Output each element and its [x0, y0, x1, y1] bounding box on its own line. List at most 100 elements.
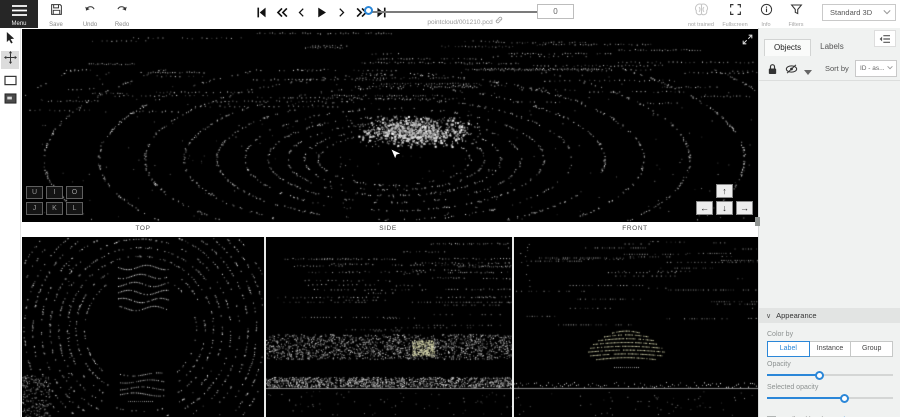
move-tool-button[interactable] [1, 51, 19, 69]
fullscreen-label: Fullscreen [718, 22, 752, 28]
tab-objects[interactable]: Objects [764, 39, 811, 56]
frame-number-input[interactable]: 0 [537, 4, 574, 19]
color-by-instance-option[interactable]: Instance [810, 341, 852, 357]
select-tool-button[interactable] [1, 31, 19, 49]
view-mode-value: Standard 3D [830, 8, 872, 17]
frame-slider-track[interactable] [368, 11, 556, 13]
edit-pencil-icon[interactable] [838, 411, 847, 417]
save-button[interactable]: Save [40, 3, 72, 28]
color-by-label: Color by [767, 331, 893, 338]
model-status-label: not trained [684, 22, 718, 28]
hamburger-icon [12, 3, 27, 20]
save-icon [50, 3, 63, 20]
menu-label: Menu [0, 21, 38, 27]
redo-label: Redo [106, 22, 138, 28]
rotate-keypad: U I O J K L [26, 186, 83, 215]
opacity-slider-handle[interactable] [815, 371, 824, 380]
collapse-panel-button[interactable] [874, 30, 896, 47]
top-bar: Menu Save Undo [0, 0, 900, 28]
link-icon[interactable] [495, 19, 503, 26]
selected-opacity-slider-handle[interactable] [840, 394, 849, 403]
rotate-key-i[interactable]: I [46, 186, 63, 199]
image-icon [4, 91, 17, 109]
sort-by-label: Sort by [825, 64, 849, 73]
collapse-chevron-icon: ∨ [766, 312, 771, 320]
pan-down-button[interactable]: ↓ [716, 201, 733, 215]
info-icon [760, 3, 773, 20]
rotate-key-o[interactable]: O [66, 186, 83, 199]
appearance-header[interactable]: ∨ Appearance [759, 308, 900, 323]
filename: pointcloud/001210.pcd [385, 16, 545, 26]
tool-sidebar [0, 28, 21, 417]
next-frame-button[interactable] [334, 4, 349, 20]
rotate-key-k[interactable]: K [46, 202, 63, 215]
rotate-key-j[interactable]: J [26, 202, 43, 215]
undo-label: Undo [74, 22, 106, 28]
undo-icon [83, 3, 97, 20]
ortho-view-labels: TOP SIDE FRONT [22, 222, 758, 237]
brain-icon [694, 3, 709, 20]
panel-splitter[interactable] [755, 217, 760, 226]
fast-backward-button[interactable] [274, 4, 289, 20]
panel-tabs: Objects Labels [764, 39, 853, 56]
frame-slider-handle[interactable] [364, 6, 373, 15]
pan-left-button[interactable]: ← [696, 201, 713, 215]
info-button[interactable]: Info [749, 3, 783, 28]
pan-right-button[interactable]: → [736, 201, 753, 215]
skip-first-button[interactable] [254, 4, 269, 20]
filters-button[interactable]: Filters [779, 3, 813, 28]
appearance-title: Appearance [776, 311, 816, 320]
objects-toolbar: Sort by ID - as... [759, 58, 900, 80]
selected-opacity-slider[interactable] [767, 394, 893, 403]
play-button[interactable] [314, 4, 329, 20]
expand-view-icon[interactable] [742, 32, 753, 50]
selected-opacity-label: Selected opacity [767, 384, 893, 391]
viewport-3d[interactable]: U I O J K L ↑ ← ↓ → [22, 29, 758, 222]
viewport-3d-canvas[interactable] [22, 29, 758, 222]
rotate-key-u[interactable]: U [26, 186, 43, 199]
opacity-slider-fill [767, 374, 820, 376]
side-view-canvas[interactable] [266, 237, 512, 417]
view-label-front: FRONT [512, 222, 758, 237]
save-label: Save [40, 22, 72, 28]
cursor-icon [5, 31, 16, 49]
fullscreen-button[interactable]: Fullscreen [718, 3, 752, 28]
appearance-section: ∨ Appearance Color by Label Instance Gro… [759, 308, 900, 417]
filter-icon [790, 3, 803, 20]
fullscreen-icon [729, 3, 742, 20]
mouse-cursor-icon [390, 149, 400, 167]
redo-button[interactable]: Redo [106, 3, 138, 28]
front-view-canvas[interactable] [514, 237, 758, 417]
view-label-top: TOP [22, 222, 264, 237]
undo-button[interactable]: Undo [74, 3, 106, 28]
model-status: not trained [684, 3, 718, 28]
opacity-label: Opacity [767, 361, 893, 368]
app-root: Menu Save Undo [0, 0, 900, 417]
sort-by-select[interactable]: ID - as... [855, 60, 897, 77]
menu-button[interactable]: Menu [0, 0, 38, 28]
box-tool-button[interactable] [1, 73, 19, 91]
chevron-down-icon [887, 65, 893, 72]
previous-frame-button[interactable] [294, 4, 309, 20]
chevron-down-icon [883, 8, 891, 17]
pan-up-button[interactable]: ↑ [716, 184, 733, 198]
move-icon [4, 51, 17, 69]
outlined-borders-row: Outlined borders [767, 411, 893, 417]
color-by-group-option[interactable]: Group [851, 341, 893, 357]
lock-icon[interactable] [767, 62, 778, 80]
top-view-canvas[interactable] [22, 237, 264, 417]
image-tool-button[interactable] [1, 91, 19, 109]
eye-off-icon[interactable] [785, 62, 798, 80]
view-label-side: SIDE [264, 222, 512, 237]
redo-icon [115, 3, 129, 20]
caret-down-icon[interactable] [804, 62, 812, 80]
rotate-key-l[interactable]: L [66, 202, 83, 215]
view-mode-select[interactable]: Standard 3D [822, 4, 896, 21]
tab-labels[interactable]: Labels [811, 39, 853, 56]
selected-opacity-slider-fill [767, 397, 845, 399]
pan-arrowpad: ↑ ← ↓ → [696, 184, 753, 215]
opacity-slider[interactable] [767, 371, 893, 380]
cuboid-icon [4, 73, 17, 91]
panel-divider [759, 80, 900, 81]
color-by-label-option[interactable]: Label [767, 341, 810, 357]
